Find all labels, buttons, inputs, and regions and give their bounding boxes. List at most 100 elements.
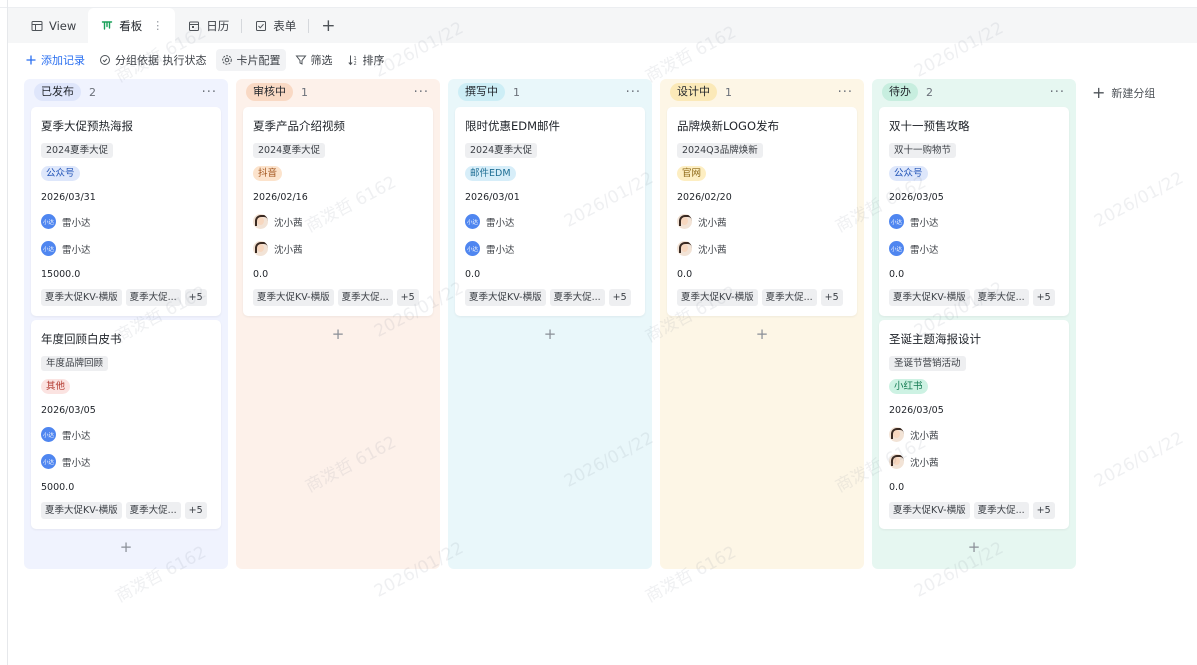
project-chip: 年度品牌回顾 (41, 355, 109, 371)
calendar-icon (187, 19, 200, 32)
avatar: 小达 (41, 427, 56, 442)
column-status-tag[interactable]: 设计中 (670, 83, 717, 101)
channel-chip: 公众号 (889, 165, 928, 181)
asset-tag-more[interactable]: +5 (396, 288, 419, 306)
asset-tag: 夏季大促... (549, 288, 605, 306)
reviewer-row: 小达 雷小达 (41, 235, 211, 262)
card-title: 限时优惠EDM邮件 (465, 119, 561, 133)
asset-tags: 夏季大促KV-横版 夏季大促... +5 (889, 286, 1059, 308)
tab-label: View (49, 18, 77, 33)
tab-kanban[interactable]: 看板 ⋮ (88, 8, 176, 43)
channel-chip: 抖音 (253, 165, 283, 181)
column-add-card-button[interactable]: + (455, 320, 645, 348)
asset-tag: 夏季大促... (973, 501, 1029, 519)
owner-name: 沈小茜 (698, 217, 727, 229)
new-group-button[interactable]: + 新建分组 (1092, 83, 1155, 102)
column-status-tag[interactable]: 待办 (882, 83, 918, 101)
card-config-button[interactable]: 卡片配置 (215, 49, 286, 71)
form-icon (254, 19, 267, 32)
reviewer-name: 雷小达 (910, 244, 939, 256)
card-date: 2026/03/01 (465, 191, 520, 203)
column-more-icon[interactable]: ··· (414, 85, 429, 100)
avatar: 小达 (465, 241, 480, 256)
tab-more-icon[interactable]: ⋮ (152, 19, 163, 32)
card-date: 2026/02/16 (253, 191, 308, 203)
kanban-card[interactable]: 夏季大促预热海报 2024夏季大促 公众号 2026/03/31 小达 雷小达 小… (31, 107, 221, 316)
filter-button[interactable]: 筛选 (290, 49, 338, 71)
kanban-board: 已发布 2 ··· 夏季大促预热海报 2024夏季大促 公众号 2026/03/… (24, 79, 1076, 569)
asset-tag: 夏季大促... (337, 288, 393, 306)
column-header: 撰写中 1 ··· (455, 79, 645, 105)
owner-name: 雷小达 (910, 217, 939, 229)
reviewer-name: 雷小达 (62, 457, 91, 469)
column-count: 2 (926, 85, 933, 99)
column-status-tag[interactable]: 审核中 (246, 83, 293, 101)
asset-tag-more[interactable]: +5 (184, 501, 207, 519)
owner-row: 沈小茜 (253, 208, 423, 235)
add-record-button[interactable]: 添加记录 (20, 49, 90, 71)
avatar (253, 241, 268, 256)
card-date: 2026/03/05 (889, 404, 944, 416)
reviewer-name: 沈小茜 (274, 244, 303, 256)
card-amount: 0.0 (465, 268, 481, 280)
column-add-card-button[interactable]: + (667, 320, 857, 348)
reviewer-name: 沈小茜 (698, 244, 727, 256)
column-more-icon[interactable]: ··· (838, 85, 853, 100)
card-title: 夏季大促预热海报 (41, 119, 133, 133)
column-add-card-button[interactable]: + (243, 320, 433, 348)
reviewer-row: 小达 雷小达 (41, 448, 211, 475)
add-view-button[interactable]: + (309, 8, 347, 43)
avatar (889, 427, 904, 442)
avatar (677, 214, 692, 229)
column-more-icon[interactable]: ··· (1050, 85, 1065, 100)
kanban-column: 待办 2 ··· 双十一预售攻略 双十一购物节 公众号 2026/03/05 小… (872, 79, 1076, 569)
tab-form[interactable]: 表单 (242, 8, 308, 43)
left-rule (7, 0, 8, 665)
reviewer-name: 沈小茜 (910, 457, 939, 469)
column-more-icon[interactable]: ··· (202, 85, 217, 100)
svg-text:2: 2 (353, 61, 356, 66)
card-date: 2026/03/05 (41, 404, 96, 416)
asset-tag: 夏季大促... (973, 288, 1029, 306)
kanban-card[interactable]: 年度回顾白皮书 年度品牌回顾 其他 2026/03/05 小达 雷小达 小达 雷小达… (31, 320, 221, 529)
reviewer-name: 雷小达 (62, 244, 91, 256)
add-record-label: 添加记录 (41, 54, 85, 67)
avatar: 小达 (465, 214, 480, 229)
column-header: 设计中 1 ··· (667, 79, 857, 105)
card-title: 夏季产品介绍视频 (253, 119, 345, 133)
card-config-label: 卡片配置 (236, 54, 281, 67)
asset-tag: 夏季大促... (125, 288, 181, 306)
column-add-card-button[interactable]: + (879, 533, 1069, 561)
card-date: 2026/02/20 (677, 191, 732, 203)
project-chip: 圣诞节营销活动 (889, 355, 966, 371)
sort-label: 排序 (362, 54, 385, 67)
asset-tag-more[interactable]: +5 (1032, 288, 1055, 306)
kanban-card[interactable]: 限时优惠EDM邮件 2024夏季大促 邮件EDM 2026/03/01 小达 雷小… (455, 107, 645, 316)
asset-tag-more[interactable]: +5 (184, 288, 207, 306)
channel-chip: 官网 (677, 165, 707, 181)
asset-tag-more[interactable]: +5 (608, 288, 631, 306)
column-status-tag[interactable]: 已发布 (34, 83, 81, 101)
column-status-tag[interactable]: 撰写中 (458, 83, 505, 101)
new-group-label: 新建分组 (1111, 86, 1156, 100)
kanban-column: 设计中 1 ··· 品牌焕新LOGO发布 2024Q3品牌焕新 官网 2026/… (660, 79, 864, 569)
avatar: 小达 (889, 214, 904, 229)
kanban-card[interactable]: 夏季产品介绍视频 2024夏季大促 抖音 2026/02/16 沈小茜 沈小茜 … (243, 107, 433, 316)
asset-tag: 夏季大促KV-横版 (889, 501, 970, 519)
kanban-card[interactable]: 双十一预售攻略 双十一购物节 公众号 2026/03/05 小达 雷小达 小达 雷小… (879, 107, 1069, 316)
tab-label: 表单 (273, 18, 297, 33)
kanban-card[interactable]: 品牌焕新LOGO发布 2024Q3品牌焕新 官网 2026/02/20 沈小茜 … (667, 107, 857, 316)
avatar (677, 241, 692, 256)
column-add-card-button[interactable]: + (31, 533, 221, 561)
column-count: 1 (725, 85, 732, 99)
card-date: 2026/03/31 (41, 191, 96, 203)
asset-tag-more[interactable]: +5 (1032, 501, 1055, 519)
column-more-icon[interactable]: ··· (626, 85, 641, 100)
asset-tag-more[interactable]: +5 (820, 288, 843, 306)
kanban-card[interactable]: 圣诞主题海报设计 圣诞节营销活动 小红书 2026/03/05 沈小茜 沈小茜 … (879, 320, 1069, 529)
tab-calendar[interactable]: 日历 (175, 8, 241, 43)
tab-view[interactable]: View (18, 8, 88, 43)
sort-button[interactable]: 12 排序 (342, 49, 390, 71)
filter-label: 筛选 (310, 54, 333, 67)
group-by-button[interactable]: 分组依据 执行状态 (94, 49, 212, 71)
